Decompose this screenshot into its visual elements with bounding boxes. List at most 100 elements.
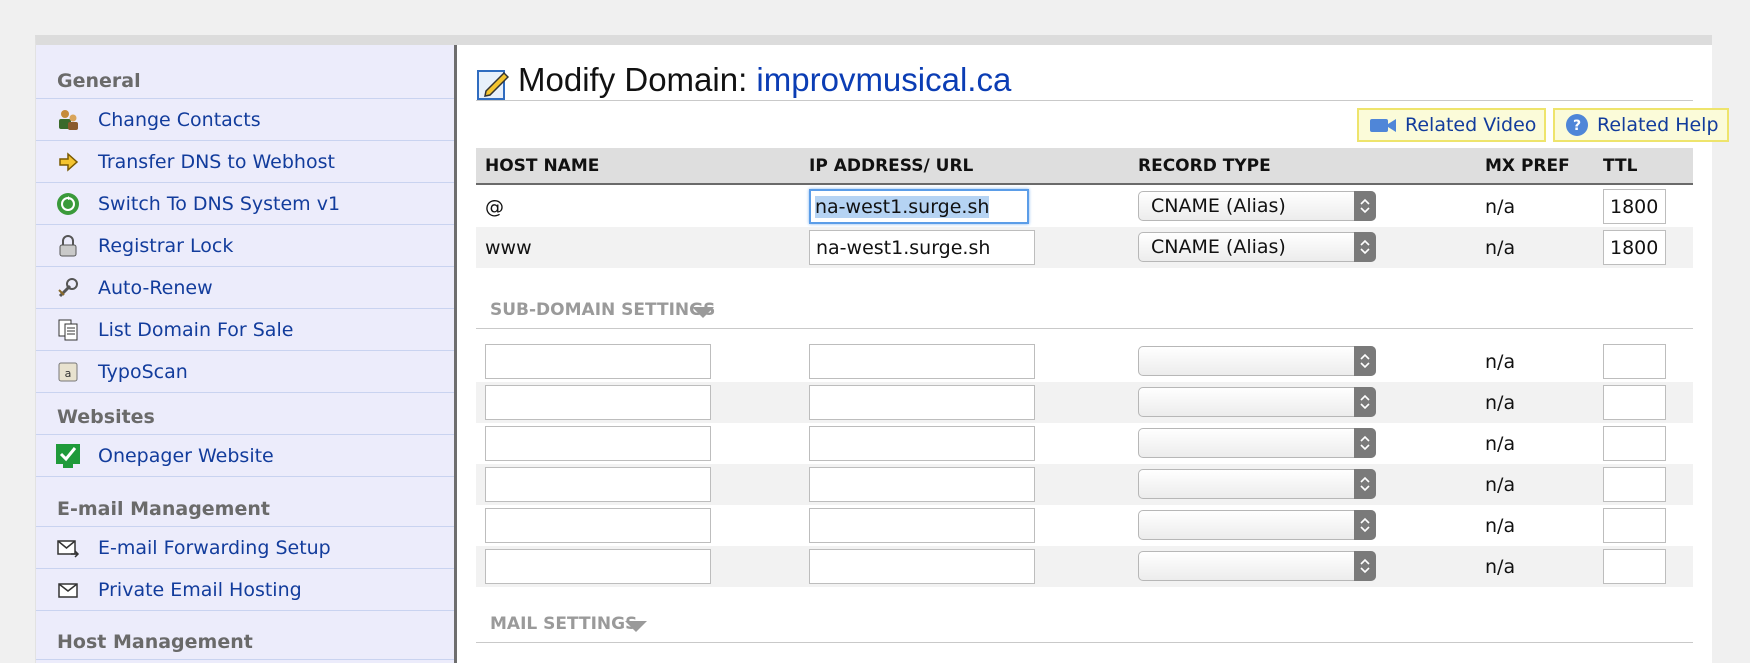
ip-address-value: na-west1.surge.sh — [815, 196, 990, 218]
record-type-select[interactable]: CNAME (Alias) — [1138, 191, 1376, 221]
envelope-icon — [55, 577, 81, 603]
record-type-value: CNAME (Alias) — [1151, 195, 1286, 217]
sidebar-item-list-domain-for-sale[interactable]: List Domain For Sale — [36, 308, 454, 350]
mx-pref-value: n/a — [1485, 474, 1516, 496]
table-row: n/a — [476, 341, 1693, 382]
subdomain-ip-input[interactable] — [809, 344, 1035, 379]
subdomain-host-input[interactable] — [485, 508, 711, 543]
related-help-button[interactable]: ? Related Help — [1553, 108, 1729, 142]
table-row: n/a — [476, 423, 1693, 464]
subdomain-ttl-input[interactable] — [1603, 385, 1666, 420]
video-camera-icon — [1369, 115, 1397, 135]
select-arrows-icon — [1354, 387, 1376, 417]
sidebar-item-onepager-website[interactable]: Onepager Website — [36, 434, 454, 476]
sidebar-item-change-contacts[interactable]: Change Contacts — [36, 98, 454, 140]
subdomain-ttl-input[interactable] — [1603, 426, 1666, 461]
document-list-icon — [55, 317, 81, 343]
sidebar-divider — [36, 659, 454, 660]
sidebar-item-label: Change Contacts — [98, 109, 261, 131]
table-row: n/a — [476, 382, 1693, 423]
svg-text:a: a — [65, 367, 72, 380]
sidebar-item-transfer-dns[interactable]: Transfer DNS to Webhost — [36, 140, 454, 182]
sidebar-item-label: Auto-Renew — [98, 277, 213, 299]
subdomain-host-input[interactable] — [485, 344, 711, 379]
mail-settings-header[interactable]: MAIL SETTINGS — [476, 610, 1693, 643]
mx-pref-value: n/a — [1485, 515, 1516, 537]
subdomain-record-type-select[interactable] — [1138, 346, 1376, 376]
mail-settings-title: MAIL SETTINGS — [490, 614, 638, 634]
sidebar-item-switch-dns[interactable]: Switch To DNS System v1 — [36, 182, 454, 224]
header-host-name: HOST NAME — [485, 156, 600, 176]
subdomain-ttl-input[interactable] — [1603, 467, 1666, 502]
ip-address-input[interactable]: na-west1.surge.sh — [809, 230, 1035, 265]
renew-icon — [55, 275, 81, 301]
mx-pref-value: n/a — [1485, 433, 1516, 455]
sidebar-item-auto-renew[interactable]: Auto-Renew — [36, 266, 454, 308]
subdomain-host-input[interactable] — [485, 467, 711, 502]
sidebar-item-private-email-hosting[interactable]: Private Email Hosting — [36, 568, 454, 610]
subdomain-record-type-select[interactable] — [1138, 510, 1376, 540]
subdomain-host-input[interactable] — [485, 426, 711, 461]
sidebar-heading-websites: Websites — [57, 406, 155, 428]
host-name-value: @ — [485, 196, 504, 218]
related-help-label: Related Help — [1597, 114, 1719, 136]
select-arrows-icon — [1354, 232, 1376, 262]
subdomain-host-input[interactable] — [485, 385, 711, 420]
record-type-value: CNAME (Alias) — [1151, 236, 1286, 258]
ip-address-input[interactable]: na-west1.surge.sh — [809, 189, 1029, 224]
subdomain-ip-input[interactable] — [809, 426, 1035, 461]
select-arrows-icon — [1354, 551, 1376, 581]
sidebar-divider — [36, 392, 454, 393]
header-mx-pref: MX PREF — [1485, 156, 1570, 176]
subdomain-record-type-select[interactable] — [1138, 469, 1376, 499]
mx-pref-value: n/a — [1485, 196, 1516, 218]
sidebar-heading-host: Host Management — [57, 631, 253, 653]
subdomain-ip-input[interactable] — [809, 385, 1035, 420]
table-row: @ na-west1.surge.sh CNAME (Alias) n/a 18… — [476, 186, 1693, 227]
lock-icon — [55, 233, 81, 259]
sidebar-item-typoscan[interactable]: a TypoScan — [36, 350, 454, 392]
sidebar-divider — [36, 610, 454, 611]
subdomain-record-type-select[interactable] — [1138, 428, 1376, 458]
title-prefix: Modify Domain: — [518, 61, 757, 98]
help-icon: ? — [1565, 113, 1589, 137]
subdomain-settings-header[interactable]: SUB-DOMAIN SETTINGS — [476, 296, 1693, 329]
subdomain-settings-title: SUB-DOMAIN SETTINGS — [490, 300, 716, 320]
select-arrows-icon — [1354, 469, 1376, 499]
sidebar-heading-email: E-mail Management — [57, 498, 270, 520]
related-video-button[interactable]: Related Video — [1357, 108, 1547, 142]
sidebar-item-email-forwarding[interactable]: E-mail Forwarding Setup — [36, 526, 454, 568]
host-name-value: www — [485, 237, 532, 259]
subdomain-record-type-select[interactable] — [1138, 551, 1376, 581]
records-table-header: HOST NAME IP ADDRESS/ URL RECORD TYPE MX… — [476, 148, 1693, 185]
email-forward-icon — [55, 535, 81, 561]
sidebar: General Change Contacts Transfer DNS to … — [36, 45, 457, 663]
subdomain-ttl-input[interactable] — [1603, 508, 1666, 543]
mx-pref-value: n/a — [1485, 392, 1516, 414]
sidebar-item-registrar-lock[interactable]: Registrar Lock — [36, 224, 454, 266]
table-row: n/a — [476, 546, 1693, 587]
subdomain-ttl-input[interactable] — [1603, 549, 1666, 584]
ttl-value: 1800 — [1610, 196, 1659, 218]
subdomain-record-type-select[interactable] — [1138, 387, 1376, 417]
typoscan-icon: a — [55, 359, 81, 385]
sidebar-item-label: List Domain For Sale — [98, 319, 294, 341]
subdomain-host-input[interactable] — [485, 549, 711, 584]
mx-pref-value: n/a — [1485, 237, 1516, 259]
table-row: www na-west1.surge.sh CNAME (Alias) n/a … — [476, 227, 1693, 268]
main-content: Modify Domain: improvmusical.ca Related … — [476, 45, 1729, 663]
select-arrows-icon — [1354, 428, 1376, 458]
subdomain-ip-input[interactable] — [809, 549, 1035, 584]
subdomain-ip-input[interactable] — [809, 467, 1035, 502]
sidebar-item-label: Onepager Website — [98, 445, 274, 467]
ttl-input[interactable]: 1800 — [1603, 230, 1666, 265]
subdomain-ip-input[interactable] — [809, 508, 1035, 543]
sidebar-item-label: Registrar Lock — [98, 235, 234, 257]
record-type-select[interactable]: CNAME (Alias) — [1138, 232, 1376, 262]
checkmark-monitor-icon — [55, 443, 81, 469]
sidebar-heading-general: General — [57, 70, 141, 92]
edit-icon — [476, 67, 510, 101]
subdomain-ttl-input[interactable] — [1603, 344, 1666, 379]
header-ttl: TTL — [1603, 156, 1638, 176]
ttl-input[interactable]: 1800 — [1603, 189, 1666, 224]
